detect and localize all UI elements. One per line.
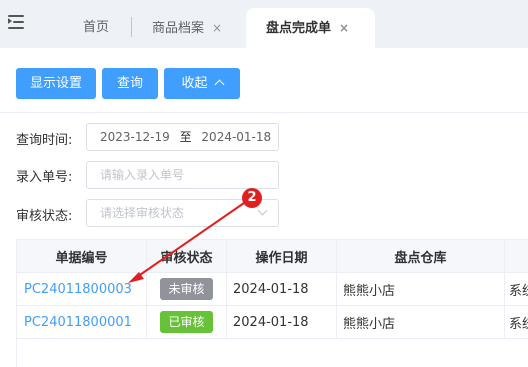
status-cell: 未审核 [147,273,227,305]
display-settings-button[interactable]: 显示设置 [16,68,96,99]
tab-divider [131,17,132,37]
audit-status-label: 审核状态: [16,209,73,224]
main-content: 显示设置 查询 收起 查询时间: 2023-12-19 至 2024-01-18… [0,48,528,367]
extra-cell: 系统 [509,316,528,332]
date-cell: 2024-01-18 [227,273,337,305]
tab-product-archive[interactable]: 商品档案 × [152,8,222,48]
doc-no-cell: PC24011800001 [17,306,147,338]
status-cell: 已审核 [147,306,227,338]
annotation-marker: 2 [242,188,262,208]
tab-label: 盘点完成单 [266,21,332,36]
status-badge: 未审核 [160,278,213,300]
entry-no-placeholder: 请输入录入单号 [100,168,185,182]
chevron-up-icon [214,79,224,90]
tab-inventory-completion[interactable]: 盘点完成单 × [246,8,375,48]
tab-home[interactable]: 首页 [83,8,109,48]
doc-no-link[interactable]: PC24011800001 [24,315,132,330]
date-cell: 2024-01-18 [227,306,337,338]
table-row[interactable]: PC24011800003 未审核 2024-01-18 熊熊小店 系统 [17,273,528,306]
query-button[interactable]: 查询 [102,68,158,99]
date-start: 2023-12-19 [100,130,170,144]
collapse-label: 收起 [181,76,208,91]
query-time-label: 查询时间: [16,133,73,148]
date-range-separator: 至 [179,130,192,144]
col-audit-status: 审核状态 [147,240,227,272]
inventory-table: 单据编号 审核状态 操作日期 盘点仓库 PC24011800003 未审核 20… [16,239,528,367]
close-icon[interactable]: × [339,21,349,35]
doc-no-link[interactable]: PC24011800003 [24,282,132,297]
close-icon[interactable]: × [212,21,222,35]
chevron-down-icon [257,205,268,216]
warehouse-cell: 熊熊小店 [337,306,505,338]
col-extra [505,240,528,272]
toolbar: 显示设置 查询 收起 [0,48,528,113]
col-warehouse: 盘点仓库 [337,240,505,272]
tab-bar: 首页 商品档案 × 盘点完成单 × [0,0,528,48]
col-operation-date: 操作日期 [227,240,337,272]
tab-label: 首页 [83,20,110,35]
col-doc-no: 单据编号 [17,240,147,272]
date-end: 2024-01-18 [201,130,272,144]
status-badge: 已审核 [160,311,213,333]
table-row[interactable]: PC24011800001 已审核 2024-01-18 熊熊小店 系统 [17,306,528,339]
warehouse-cell: 熊熊小店 [337,273,505,305]
audit-status-placeholder: 请选择审核状态 [100,206,185,220]
menu-fold-icon[interactable] [8,12,28,32]
date-range-input[interactable]: 2023-12-19 至 2024-01-18 [86,123,279,151]
collapse-button[interactable]: 收起 [164,68,240,99]
entry-no-label: 录入单号: [16,170,73,185]
entry-no-input[interactable]: 请输入录入单号 [86,161,279,189]
table-header: 单据编号 审核状态 操作日期 盘点仓库 [17,239,528,273]
extra-cell: 系统 [509,283,528,299]
tab-label: 商品档案 [152,21,205,36]
doc-no-cell: PC24011800003 [17,273,147,305]
